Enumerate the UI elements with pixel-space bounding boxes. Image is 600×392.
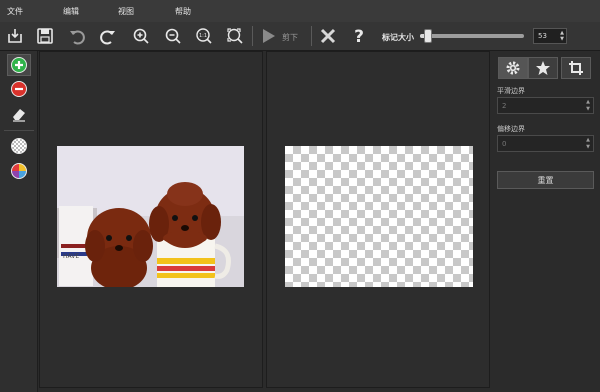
mark-size-slider-thumb[interactable] [424, 29, 433, 43]
cut-run-button[interactable] [257, 25, 279, 47]
toolbar-separator [252, 26, 253, 46]
smooth-edge-spinbox[interactable]: 2 ▲ ▼ [497, 97, 594, 114]
svg-text:1:1: 1:1 [199, 33, 207, 39]
color-wheel-button[interactable] [7, 160, 31, 182]
reset-button[interactable]: 重置 [497, 171, 594, 189]
color-wheel-icon [11, 163, 27, 179]
spin-down-icon[interactable]: ▼ [586, 107, 590, 112]
save-button[interactable] [34, 25, 56, 47]
toolbar-separator [311, 26, 312, 46]
remove-mark-icon [11, 81, 27, 97]
menu-file[interactable]: 文件 [7, 6, 23, 17]
source-photo: HAVE [57, 146, 244, 287]
add-mark-button[interactable] [7, 54, 31, 76]
leftbar-separator [4, 130, 34, 131]
menu-bar: 文件 编辑 视图 帮助 [0, 0, 600, 23]
smooth-edge-label: 平滑边界 [497, 87, 525, 95]
save-icon [37, 28, 53, 44]
star-icon [536, 61, 550, 75]
zoom-out-button[interactable] [162, 25, 184, 47]
mark-size-label: 标记大小 [382, 33, 414, 42]
zoom-in-icon [133, 28, 149, 44]
zoom-1to1-button[interactable]: 1:1 [193, 25, 215, 47]
close-icon [320, 28, 336, 44]
import-icon [8, 29, 22, 43]
undo-icon [70, 30, 85, 45]
cut-label: 剪下 [282, 33, 298, 42]
menu-help[interactable]: 帮助 [175, 6, 191, 17]
help-icon: ? [354, 27, 364, 45]
result-transparent-canvas [285, 146, 473, 287]
eraser-button[interactable] [7, 103, 31, 125]
mark-size-value: 53 [538, 32, 547, 40]
help-button[interactable]: ? [348, 25, 370, 47]
spin-down-icon[interactable]: ▼ [560, 37, 564, 42]
remove-mark-button[interactable] [7, 78, 31, 100]
tab-crop[interactable] [561, 57, 591, 79]
zoom-fit-button[interactable] [224, 25, 246, 47]
gear-icon [506, 61, 520, 75]
svg-text:HAVE: HAVE [63, 253, 79, 260]
menu-edit[interactable]: 编辑 [63, 6, 79, 17]
zoom-fit-icon [227, 28, 243, 44]
zoom-in-button[interactable] [130, 25, 152, 47]
mark-size-slider[interactable] [420, 34, 524, 38]
smooth-edge-value: 2 [502, 102, 507, 110]
spin-up-icon[interactable]: ▲ [586, 138, 590, 143]
transparency-button[interactable] [7, 135, 31, 157]
offset-edge-value: 0 [502, 140, 507, 148]
zoom-1to1-icon: 1:1 [196, 28, 212, 44]
redo-icon [100, 30, 115, 45]
eraser-icon [13, 109, 25, 122]
spin-up-icon[interactable]: ▲ [586, 100, 590, 105]
undo-button[interactable] [66, 25, 88, 47]
import-button[interactable] [4, 25, 26, 47]
menu-view[interactable]: 视图 [118, 6, 134, 17]
add-mark-icon [11, 57, 27, 73]
tab-settings[interactable] [498, 57, 528, 79]
play-icon [263, 29, 275, 43]
transparency-icon [11, 138, 27, 154]
redo-button[interactable] [97, 25, 119, 47]
tab-effects[interactable] [528, 57, 558, 79]
zoom-out-icon [165, 28, 181, 44]
svg-text:?: ? [354, 27, 364, 45]
offset-edge-label: 偏移边界 [497, 125, 525, 133]
spin-down-icon[interactable]: ▼ [586, 145, 590, 150]
crop-icon [569, 61, 583, 75]
close-button[interactable] [317, 25, 339, 47]
mark-size-spinbox[interactable]: 53 ▲ ▼ [533, 28, 567, 44]
offset-edge-spinbox[interactable]: 0 ▲ ▼ [497, 135, 594, 152]
